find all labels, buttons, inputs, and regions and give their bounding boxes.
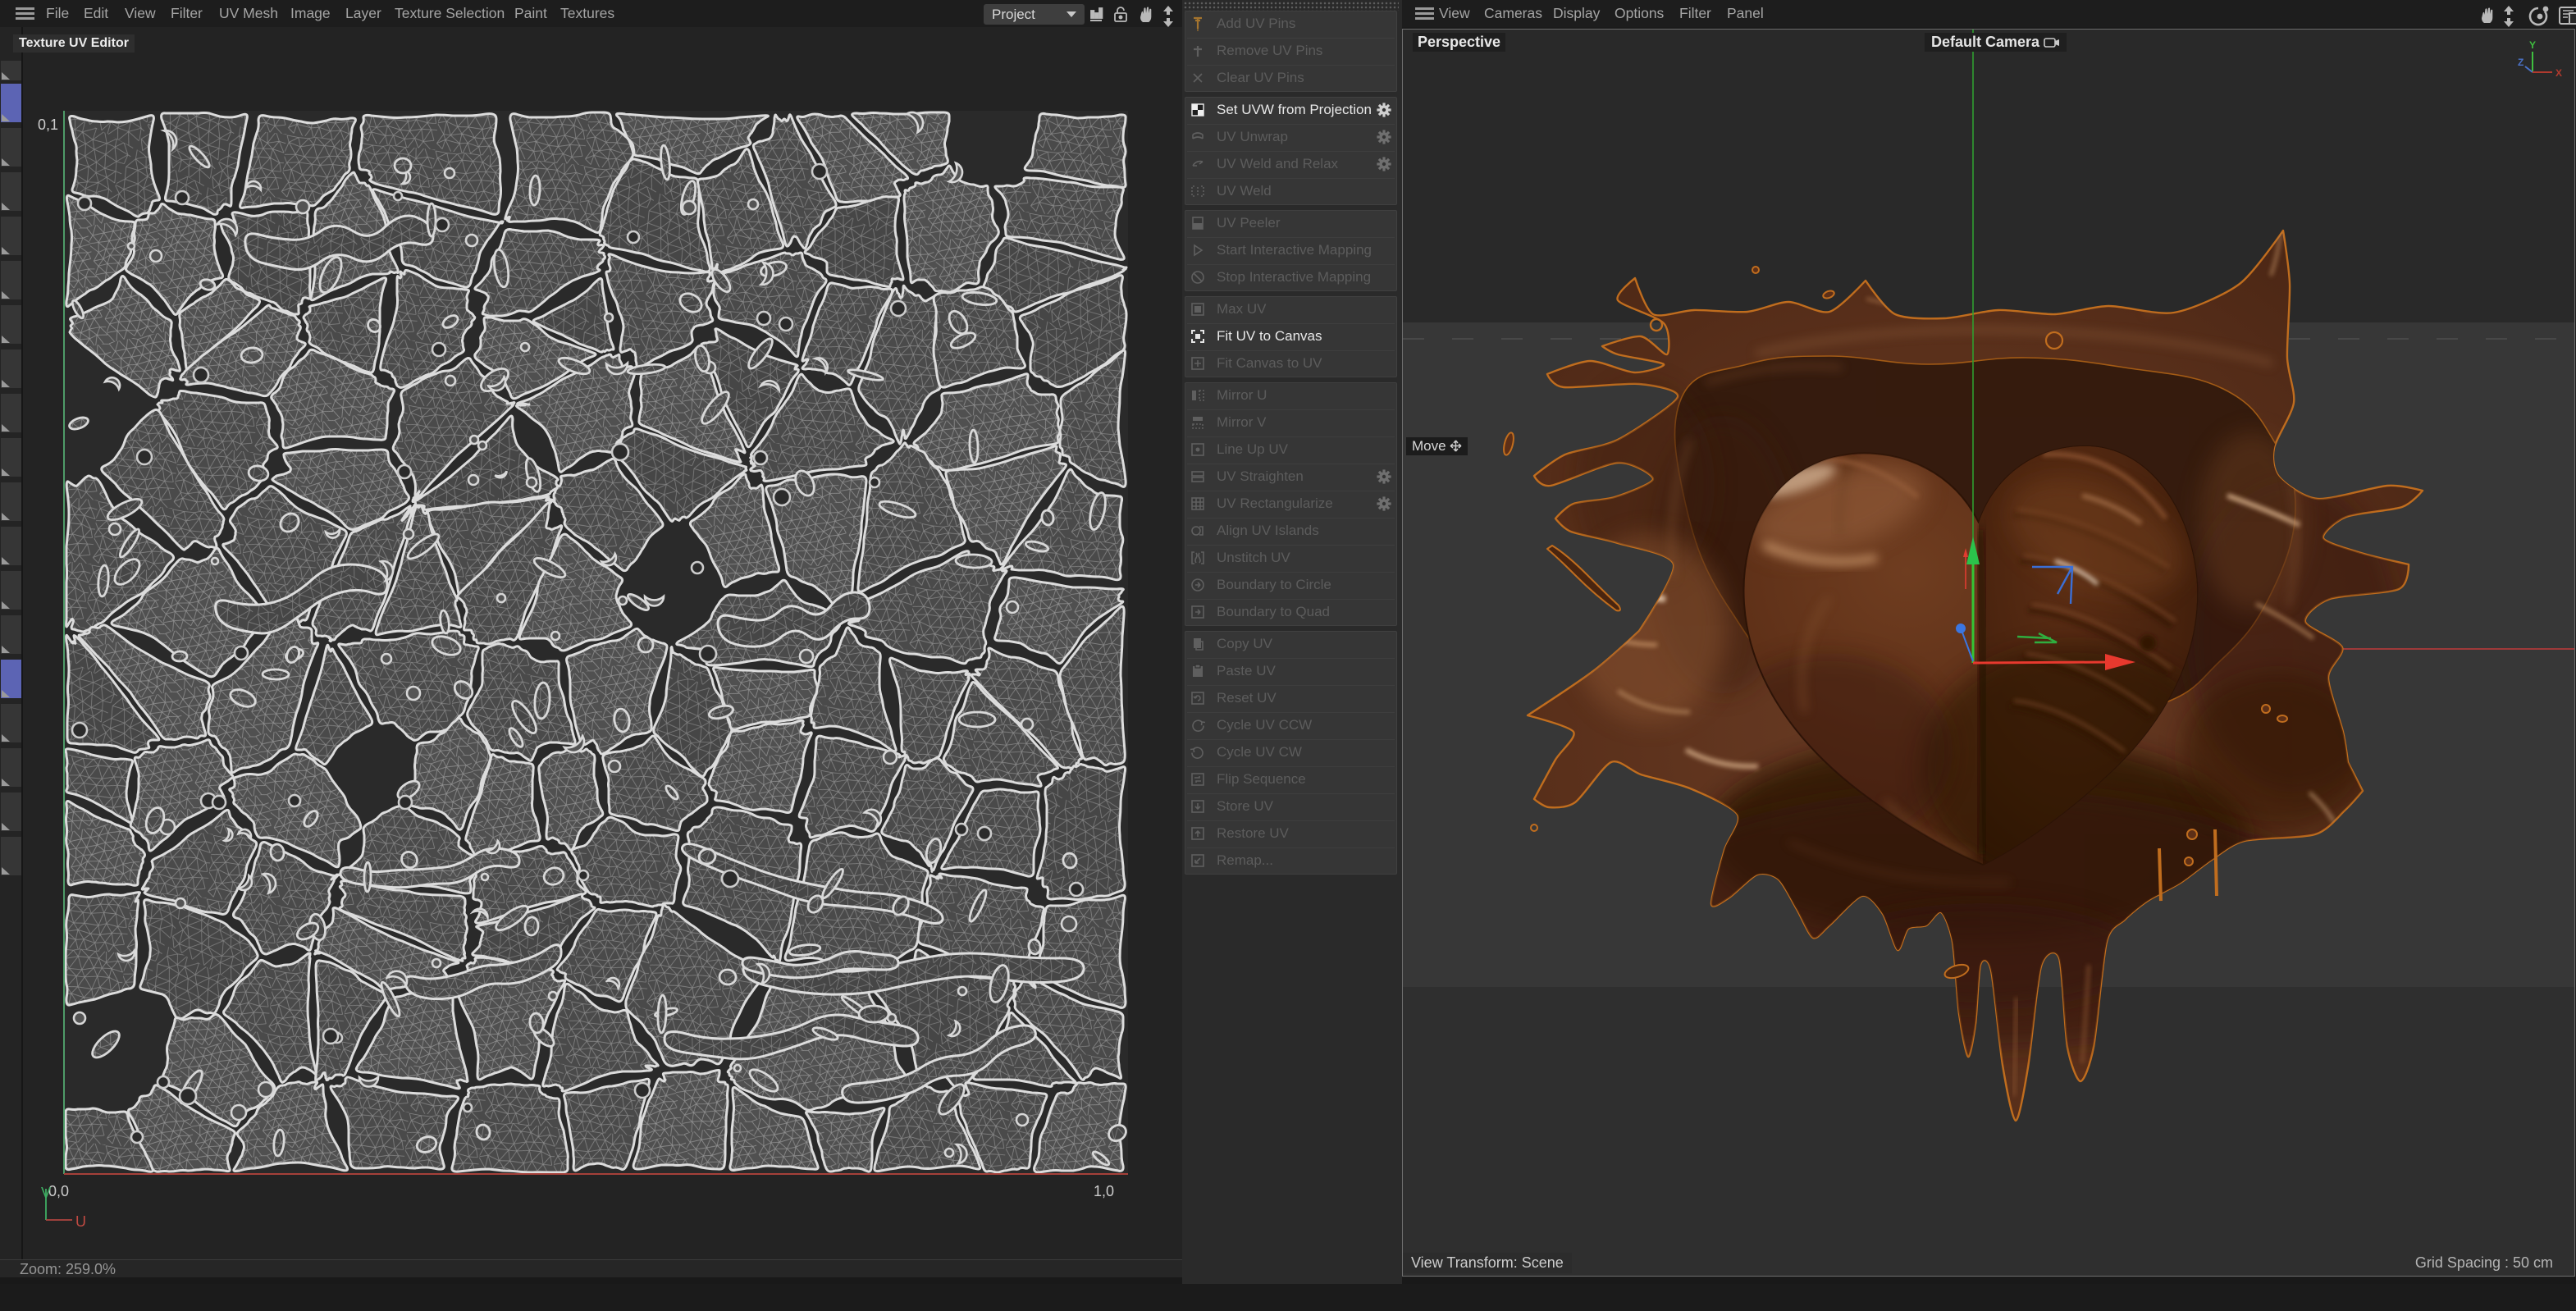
svg-text:0,1: 0,1 xyxy=(38,116,58,133)
svg-text:X: X xyxy=(2555,67,2562,79)
svg-text:Y: Y xyxy=(2529,39,2536,51)
svg-text:Z: Z xyxy=(2518,57,2523,68)
svg-text:0,0: 0,0 xyxy=(48,1183,69,1199)
svg-text:U: U xyxy=(75,1213,86,1230)
svg-text:1,0: 1,0 xyxy=(1094,1183,1114,1199)
